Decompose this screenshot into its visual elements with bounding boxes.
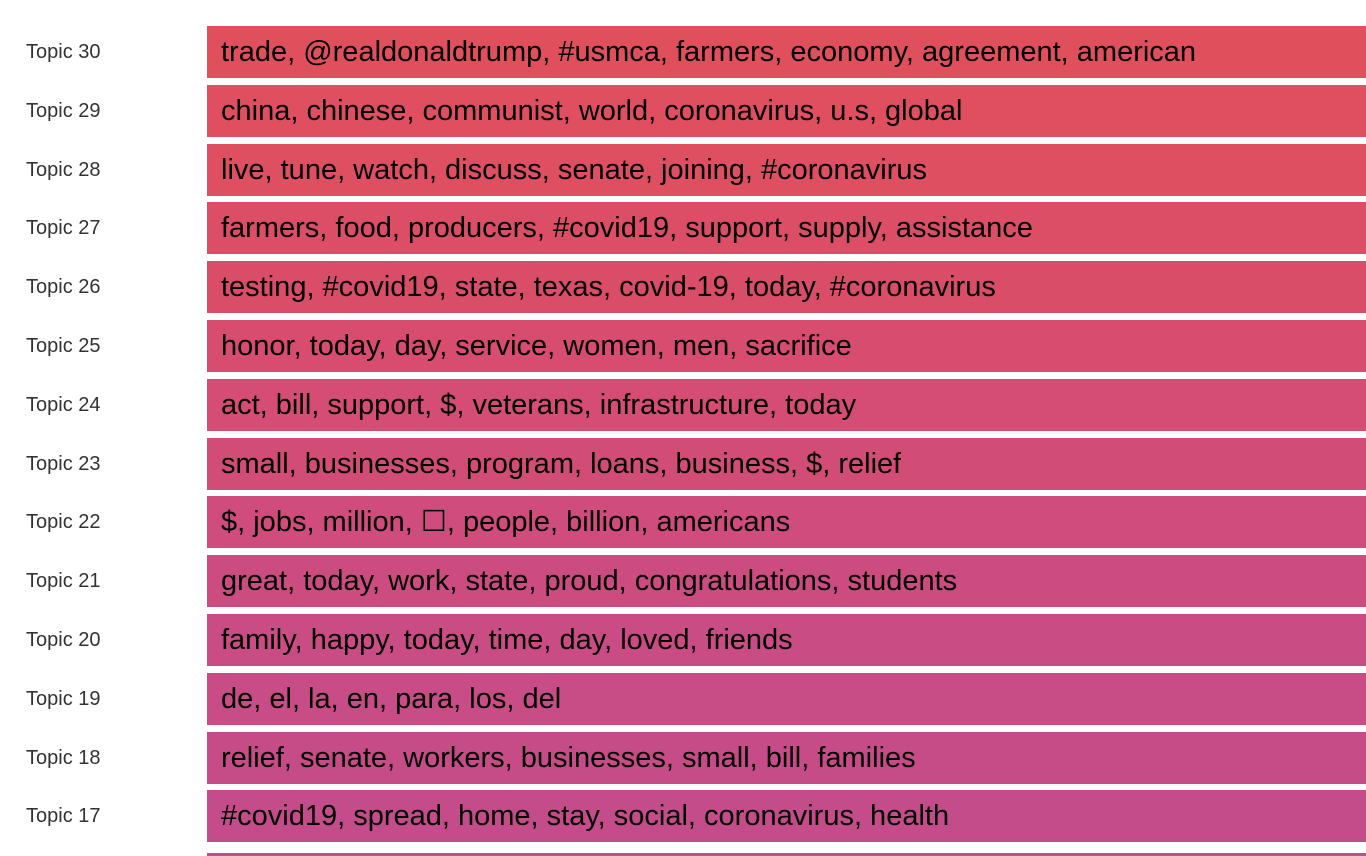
topic-words: trade, @realdonaldtrump, #usmca, farmers… [221,36,1197,68]
topic-label: Topic 23 [26,453,101,475]
topic-row: Topic 22 $, jobs, million, ☐, people, bil… [0,496,1366,548]
topic-words: china, chinese, communist, world, corona… [221,95,963,127]
topic-label: Topic 26 [26,276,101,298]
topic-words: live, tune, watch, discuss, senate, join… [221,154,928,186]
topic-words: #covid19, spread, home, stay, social, co… [221,800,950,832]
topic-row: Topic 24 act, bill, support, $, veterans,… [0,379,1366,431]
topic-row: Topic 19 de, el, la, en, para, los, del [0,673,1366,725]
topic-words: family, happy, today, time, day, loved, … [221,624,793,656]
topic-words-chart: Topic 30 trade, @realdonaldtrump, #usmca,… [0,0,1366,856]
topic-row: Topic 28 live, tune, watch, discuss, sena… [0,144,1366,196]
topic-words: farmers, food, producers, #covid19, supp… [221,212,1033,244]
topic-label: Topic 22 [26,511,101,533]
topic-label: Topic 27 [26,217,101,239]
topic-row: Topic 27 farmers, food, producers, #covid… [0,202,1366,254]
topic-row: Topic 18 relief, senate, workers, busines… [0,732,1366,784]
topic-label: Topic 25 [26,335,101,357]
topic-row: Topic 21 great, today, work, state, proud… [0,555,1366,607]
topic-label: Topic 21 [26,570,101,592]
topic-row: Topic 26 testing, #covid19, state, texas,… [0,261,1366,313]
topic-label: Topic 19 [26,688,101,710]
topic-row: Topic 30 trade, @realdonaldtrump, #usmca,… [0,26,1366,78]
topic-row: Topic 25 honor, today, day, service, wome… [0,320,1366,372]
topic-label: Topic 18 [26,747,101,769]
topic-label: Topic 28 [26,159,101,181]
topic-words: act, bill, support, $, veterans, infrast… [221,389,857,421]
topic-label: Topic 20 [26,629,101,651]
topic-label: Topic 29 [26,100,101,122]
topic-words: testing, #covid19, state, texas, covid-1… [221,271,996,303]
topic-row: Topic 23 small, businesses, program, loan… [0,438,1366,490]
topic-words: $, jobs, million, ☐, people, billion, am… [221,506,791,538]
topic-words: great, today, work, state, proud, congra… [221,565,958,597]
topic-words: small, businesses, program, loans, busin… [221,448,902,480]
topic-row: Topic 17 #covid19, spread, home, stay, so… [0,790,1366,842]
topic-row: Topic 20 family, happy, today, time, day,… [0,614,1366,666]
topic-words: de, el, la, en, para, los, del [221,683,562,715]
topic-words: honor, today, day, service, women, men, … [221,330,852,362]
topic-label: Topic 30 [26,41,101,63]
topic-label: Topic 24 [26,394,101,416]
topic-words: relief, senate, workers, businesses, sma… [221,742,916,774]
topic-label: Topic 17 [26,805,101,827]
topic-row: Topic 29 china, chinese, communist, world… [0,85,1366,137]
